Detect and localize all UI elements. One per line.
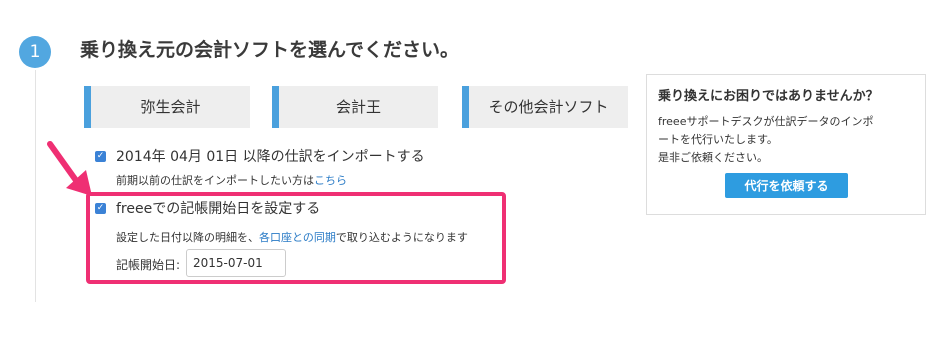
account-sync-link[interactable]: 各口座との同期 bbox=[259, 231, 336, 244]
software-other-button[interactable]: その他会計ソフト bbox=[462, 86, 628, 128]
start-date-field-label: 記帳開始日: bbox=[116, 258, 181, 272]
start-date-desc-prefix: 設定した日付以降の明細を、 bbox=[116, 231, 259, 244]
import-hint-link[interactable]: こちら bbox=[314, 174, 347, 187]
step-title: 乗り換え元の会計ソフトを選んでください。 bbox=[80, 39, 460, 61]
step-number-badge: 1 bbox=[19, 36, 51, 68]
start-date-input[interactable] bbox=[186, 249, 286, 277]
request-proxy-button[interactable]: 代行を依頼する bbox=[725, 173, 848, 198]
help-title: 乗り換えにお困りではありませんか？ bbox=[658, 89, 879, 104]
import-hint-text: 前期以前の仕訳をインポートしたい方は bbox=[116, 174, 314, 187]
software-kaikeiou-button[interactable]: 会計王 bbox=[272, 86, 438, 128]
import-option-hint: 前期以前の仕訳をインポートしたい方はこちら bbox=[116, 172, 347, 188]
help-text-line-1: freeeサポートデスクが仕訳データのインポ bbox=[658, 115, 874, 128]
start-date-description: 設定した日付以降の明細を、各口座との同期で取り込むようになります bbox=[116, 229, 468, 245]
import-checkbox[interactable]: ✓ bbox=[95, 151, 106, 162]
start-date-option-label: freeeでの記帳開始日を設定する bbox=[116, 201, 321, 217]
start-date-checkbox[interactable]: ✓ bbox=[95, 203, 106, 214]
help-panel: 乗り換えにお困りではありませんか？ freeeサポートデスクが仕訳データのインポ… bbox=[646, 74, 926, 215]
software-yayoi-button[interactable]: 弥生会計 bbox=[84, 86, 250, 128]
step-divider-line bbox=[35, 70, 36, 302]
start-date-desc-suffix: で取り込むようになります bbox=[335, 231, 468, 244]
help-text-line-2: ートを代行いたします。 bbox=[658, 133, 778, 146]
help-text-line-3: 是非ご依頼ください。 bbox=[658, 151, 768, 164]
import-option-label: 2014年 04月 01日 以降の仕訳をインポートする bbox=[116, 149, 425, 165]
